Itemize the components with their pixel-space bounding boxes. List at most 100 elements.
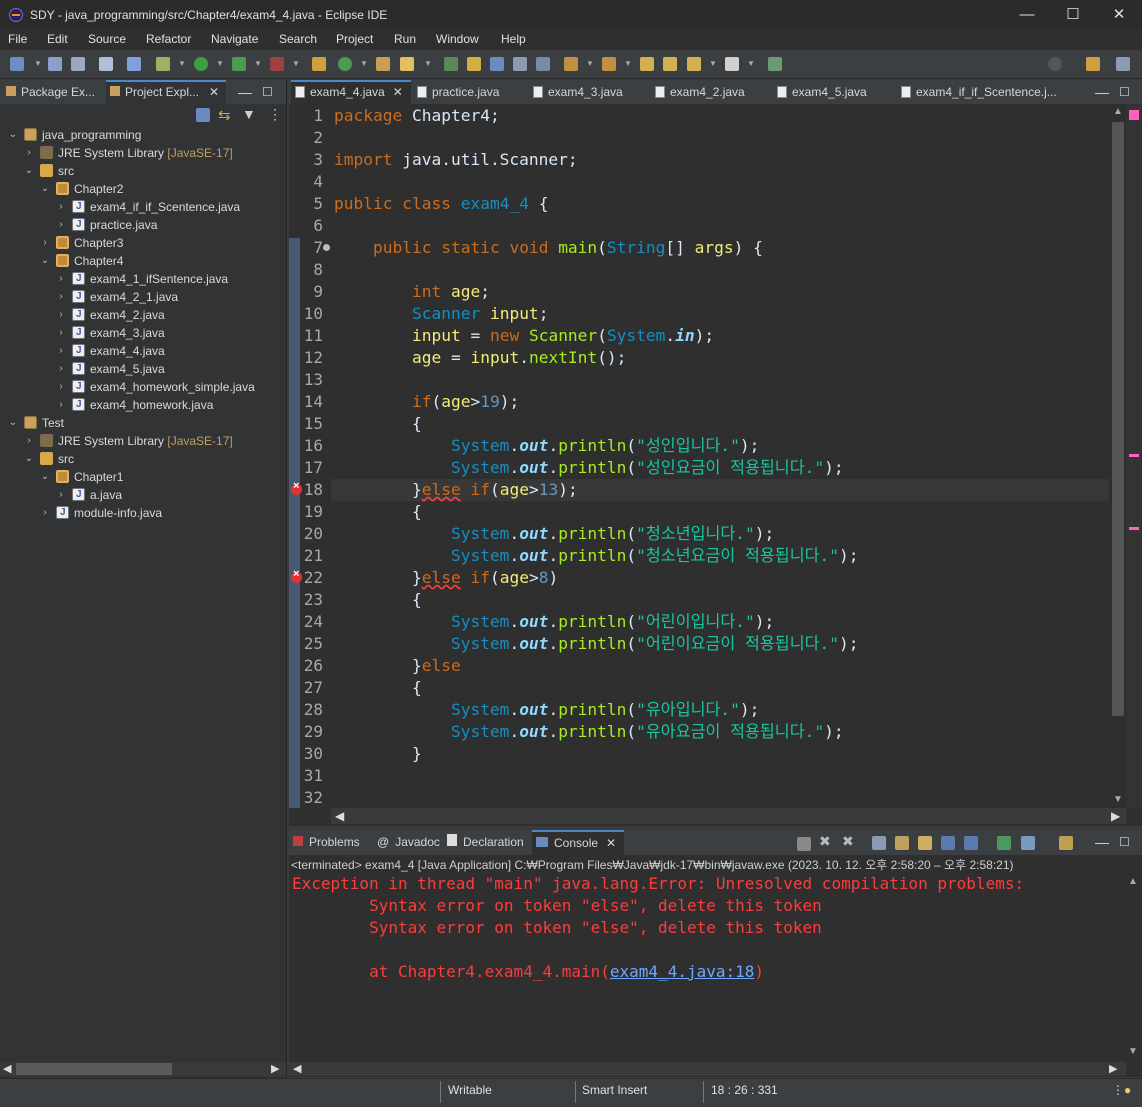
code-line[interactable]: age = input.nextInt(); [334,347,626,369]
chevron-right-icon[interactable]: › [56,270,66,288]
minimize-button[interactable]: — [1004,0,1050,30]
tree-item[interactable]: ⌄ src [0,450,284,468]
run-icon[interactable] [194,57,208,71]
status-menu-icon[interactable]: ⋮ [1112,1083,1124,1097]
chevron-right-icon[interactable]: › [56,378,66,396]
word-wrap-console-icon[interactable] [918,836,932,850]
tab-exam4_3[interactable]: exam4_3.java [533,80,623,104]
code-line[interactable]: System.out.println("어린이입니다."); [334,611,774,633]
back-history-icon[interactable] [663,57,677,71]
tree-item[interactable]: › JRE System Library [JavaSE-17] [0,432,284,450]
scroll-up-icon[interactable]: ▲ [1113,106,1123,117]
tab-exam4_2[interactable]: exam4_2.java [655,80,745,104]
tree-item[interactable]: ⌄ java_programming [0,126,284,144]
maximize-editor-icon[interactable]: ☐ [1119,80,1130,104]
minimize-view-icon[interactable]: — [238,80,252,104]
tree-item[interactable]: › exam4_2.java [0,306,284,324]
code-line[interactable]: input = new Scanner(System.in); [334,325,714,347]
overview-ruler[interactable] [1126,104,1142,808]
tab-exam4_5[interactable]: exam4_5.java [777,80,867,104]
code-line[interactable]: { [334,501,422,523]
open-type-icon[interactable] [376,57,390,71]
chevron-down-icon[interactable]: ⌄ [8,414,18,432]
code-line[interactable]: import java.util.Scanner; [334,149,578,171]
close-button[interactable]: ✕ [1096,0,1142,30]
word-wrap-icon[interactable] [513,57,527,71]
editor-scroll-thumb[interactable] [1112,122,1124,716]
chevron-right-icon[interactable]: › [56,198,66,216]
pin-editor-icon[interactable] [768,57,782,71]
status-insert-mode[interactable]: Smart Insert [582,1083,647,1097]
tab-declaration[interactable]: Declaration [447,830,524,855]
code-line[interactable]: System.out.println("청소년요금이 적용됩니다."); [334,545,859,567]
dropdown-arrow-icon[interactable]: ▼ [424,59,432,68]
open-console-icon[interactable] [1059,836,1073,850]
code-line[interactable]: }else if(age>13); [334,479,578,501]
next-annotation-icon[interactable] [564,57,578,71]
tab-javadoc[interactable]: @ Javadoc [377,830,440,855]
minimize-console-icon[interactable]: — [1095,830,1109,855]
code-line[interactable]: { [334,677,422,699]
terminate-icon[interactable] [797,837,811,851]
code-line[interactable]: { [334,413,422,435]
dropdown-arrow-icon[interactable]: ▼ [624,59,632,68]
display-console-icon[interactable] [1021,836,1035,850]
java-perspective-icon[interactable] [1116,57,1130,71]
clear-console-icon[interactable] [872,836,886,850]
chevron-down-icon[interactable]: ⌄ [40,180,50,198]
menu-refactor[interactable]: Refactor [146,32,191,46]
chevron-right-icon[interactable]: › [24,432,34,450]
menu-source[interactable]: Source [88,32,126,46]
scroll-left-icon[interactable]: ◀ [3,1062,11,1075]
code-line[interactable]: package Chapter4; [334,105,500,127]
tree-item[interactable]: ⌄ Chapter4 [0,252,284,270]
pin-console-icon[interactable] [997,836,1011,850]
code-line[interactable]: { [334,589,422,611]
menu-run[interactable]: Run [394,32,416,46]
tree-item[interactable]: › a.java [0,486,284,504]
error-icon[interactable] [291,480,302,495]
show-on-stderr-icon[interactable] [964,836,978,850]
scroll-up-icon[interactable]: ▲ [1128,876,1138,887]
scroll-down-icon[interactable]: ▼ [1113,794,1123,805]
search-tool-icon[interactable] [400,57,414,71]
block-selection-icon[interactable] [490,57,504,71]
save-all-icon[interactable] [71,57,85,71]
tree-horizontal-scrollbar[interactable]: ◀ ▶ [0,1062,286,1076]
link-with-editor-icon[interactable]: ⇆ [218,106,231,124]
tab-console[interactable]: Console ✕ [532,830,624,855]
tree-item[interactable]: › Chapter3 [0,234,284,252]
tree-item[interactable]: › exam4_2_1.java [0,288,284,306]
highlight-icon[interactable] [467,57,481,71]
forward-icon[interactable] [725,57,739,71]
error-icon[interactable] [291,568,302,583]
code-line[interactable]: public class exam4_4 { [334,193,548,215]
tree-item[interactable]: ⌄ src [0,162,284,180]
error-marker[interactable] [1129,454,1139,457]
chevron-right-icon[interactable]: › [24,144,34,162]
tab-practice[interactable]: practice.java [417,80,499,104]
tree-item[interactable]: ⌄ Chapter1 [0,468,284,486]
code-line[interactable]: }else if(age>8) [334,567,558,589]
menu-search[interactable]: Search [279,32,317,46]
dropdown-arrow-icon[interactable]: ▼ [586,59,594,68]
chevron-down-icon[interactable]: ⌄ [24,450,34,468]
tab-problems[interactable]: Problems [293,830,360,855]
scroll-lock-icon[interactable] [895,836,909,850]
remove-launch-icon[interactable]: ✖ [819,833,831,850]
console-horizontal-scrollbar[interactable]: ◀ ▶ [289,1062,1126,1076]
scroll-left-icon[interactable]: ◀ [293,1062,301,1075]
tab-package-explorer[interactable]: Package Ex... [6,80,102,104]
menu-navigate[interactable]: Navigate [211,32,258,46]
tree-item[interactable]: ⌄ Test [0,414,284,432]
code-line[interactable]: public static void main(String[] args) { [334,237,763,259]
scroll-right-icon[interactable]: ▶ [271,1062,279,1075]
scroll-left-icon[interactable]: ◀ [335,809,344,823]
code-line[interactable]: }else [334,655,461,677]
tree-item[interactable]: › module-info.java [0,504,284,522]
code-line[interactable]: if(age>19); [334,391,519,413]
view-menu-icon[interactable]: ⋮ [268,106,282,123]
code-line[interactable]: } [334,743,422,765]
error-marker[interactable] [1129,527,1139,530]
open-perspective-icon[interactable] [1086,57,1100,71]
